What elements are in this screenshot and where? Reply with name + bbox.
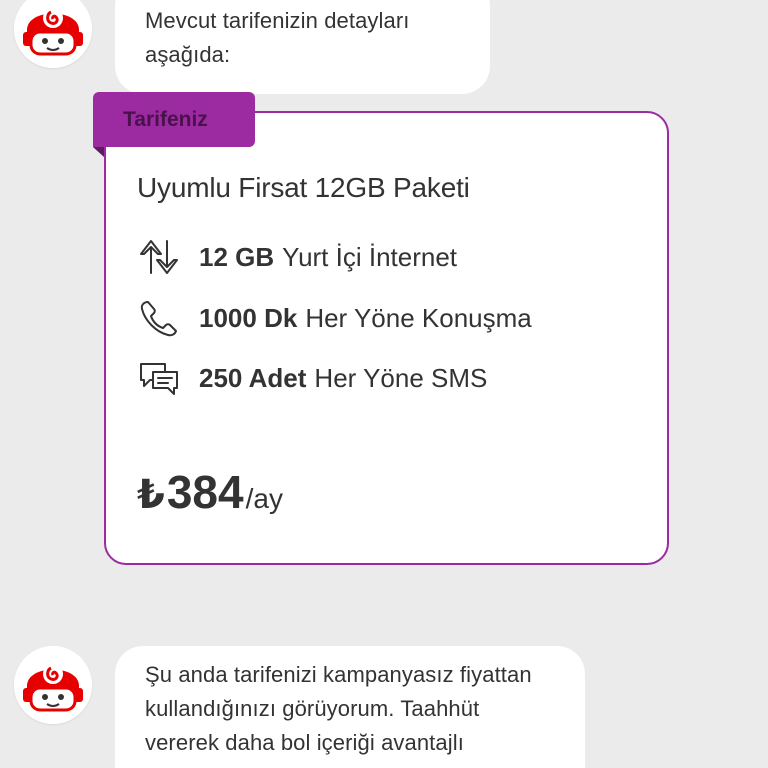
phone-icon	[137, 298, 181, 338]
sms-icon	[137, 358, 181, 398]
vodafone-robot-icon	[14, 646, 92, 724]
feature-calls: 1000 Dk Her Yöne Konuşma	[137, 298, 532, 338]
feature-label: Her Yöne SMS	[314, 362, 488, 393]
feature-label: Yurt İçi İnternet	[282, 241, 458, 272]
assistant-message-bubble: Mevcut tarifenizin detayları aşağıda:	[115, 0, 490, 94]
price-amount: 384	[166, 466, 244, 518]
data-transfer-icon	[137, 237, 181, 277]
vodafone-robot-icon	[14, 0, 92, 68]
feature-amount: 12 GB	[199, 241, 275, 272]
feature-sms: 250 Adet Her Yöne SMS	[137, 358, 487, 398]
message-line: kullandığınızı görüyorum. Taahhüt	[145, 696, 480, 721]
tariff-title: Uyumlu Firsat 12GB Paketi	[137, 172, 470, 203]
chat-screen: Mevcut tarifenizin detayları aşağıda: Ta…	[0, 0, 768, 768]
assistant-message-bubble: Şu anda tarifenizi kampanyasız fiyattan …	[115, 646, 585, 768]
assistant-avatar	[14, 646, 92, 724]
feature-label: Her Yöne Konuşma	[305, 302, 532, 333]
tag-fold-decoration	[93, 147, 104, 157]
feature-amount: 1000 Dk	[199, 302, 298, 333]
tariff-price: ₺ 384 /ay	[137, 465, 283, 519]
assistant-avatar	[14, 0, 92, 68]
price-currency: ₺	[137, 473, 165, 517]
message-text: Mevcut tarifenizin detayları aşağıda:	[145, 8, 410, 67]
message-line: vererek daha bol içeriği avantajlı	[145, 730, 464, 755]
tariff-tag: Tarifeniz	[93, 92, 255, 147]
price-period: /ay	[245, 483, 283, 514]
feature-internet: 12 GB Yurt İçi İnternet	[137, 237, 457, 277]
message-line: Şu anda tarifenizi kampanyasız fiyattan	[145, 662, 532, 687]
feature-amount: 250 Adet	[199, 362, 307, 393]
